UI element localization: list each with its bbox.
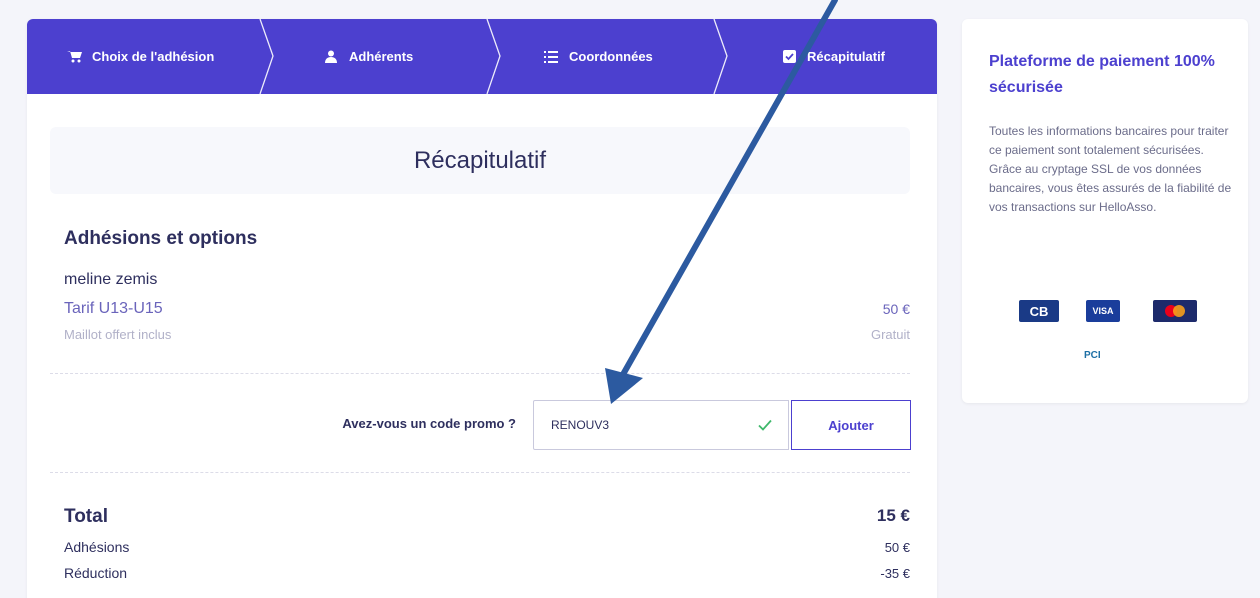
step-label: Récapitulatif (807, 49, 886, 64)
tarif-price: 50 € (882, 301, 910, 317)
list-icon (543, 49, 559, 65)
checkout-stepper: Choix de l'adhésion Adhérents Coordonnée… (27, 19, 937, 94)
adhesions-value: 50 € (884, 540, 910, 555)
member-name: meline zemis (64, 271, 158, 288)
cart-icon (66, 49, 82, 65)
secure-payment-card: Plateforme de paiement 100% sécurisée To… (962, 19, 1248, 403)
cb-logo-icon: CB (1019, 300, 1059, 322)
reduction-label: Réduction (64, 565, 128, 581)
checkbox-icon (781, 49, 797, 65)
promo-question: Avez-vous un code promo ? (342, 416, 516, 431)
option-label: Maillot offert inclus (64, 327, 172, 342)
secure-payment-text: Toutes les informations bancaires pour t… (989, 124, 1232, 214)
reduction-value: -35 € (880, 566, 910, 581)
tarif-label: Tarif U13-U15 (64, 300, 163, 317)
promo-code-input[interactable]: RENOUV3 (533, 400, 789, 450)
option-price: Gratuit (870, 327, 910, 342)
step-adherents[interactable]: Adhérents (323, 19, 413, 94)
step-label: Coordonnées (569, 49, 653, 64)
page-title: Récapitulatif (50, 127, 910, 194)
section-title: Adhésions et options (64, 228, 258, 249)
secure-payment-title: Plateforme de paiement 100% sécurisée (989, 53, 1215, 96)
user-icon (323, 49, 339, 65)
step-choix-adhesion[interactable]: Choix de l'adhésion (66, 19, 214, 94)
adhesions-label: Adhésions (64, 539, 130, 555)
check-icon (756, 416, 774, 434)
mastercard-logo-icon (1153, 300, 1197, 322)
total-label: Total (64, 506, 108, 527)
divider (50, 373, 910, 374)
total-value: 15 € (876, 506, 910, 525)
visa-logo-icon: VISA (1086, 300, 1120, 322)
promo-code-value: RENOUV3 (551, 418, 610, 432)
step-recapitulatif[interactable]: Récapitulatif (781, 19, 885, 94)
add-promo-button[interactable]: Ajouter (791, 400, 911, 450)
checkout-card: Choix de l'adhésion Adhérents Coordonnée… (27, 19, 937, 598)
step-label: Choix de l'adhésion (92, 49, 215, 64)
pci-dss-logo-icon: PCI (1084, 350, 1101, 361)
divider (50, 472, 910, 473)
step-label: Adhérents (349, 49, 414, 64)
step-coordonnees[interactable]: Coordonnées (543, 19, 653, 94)
